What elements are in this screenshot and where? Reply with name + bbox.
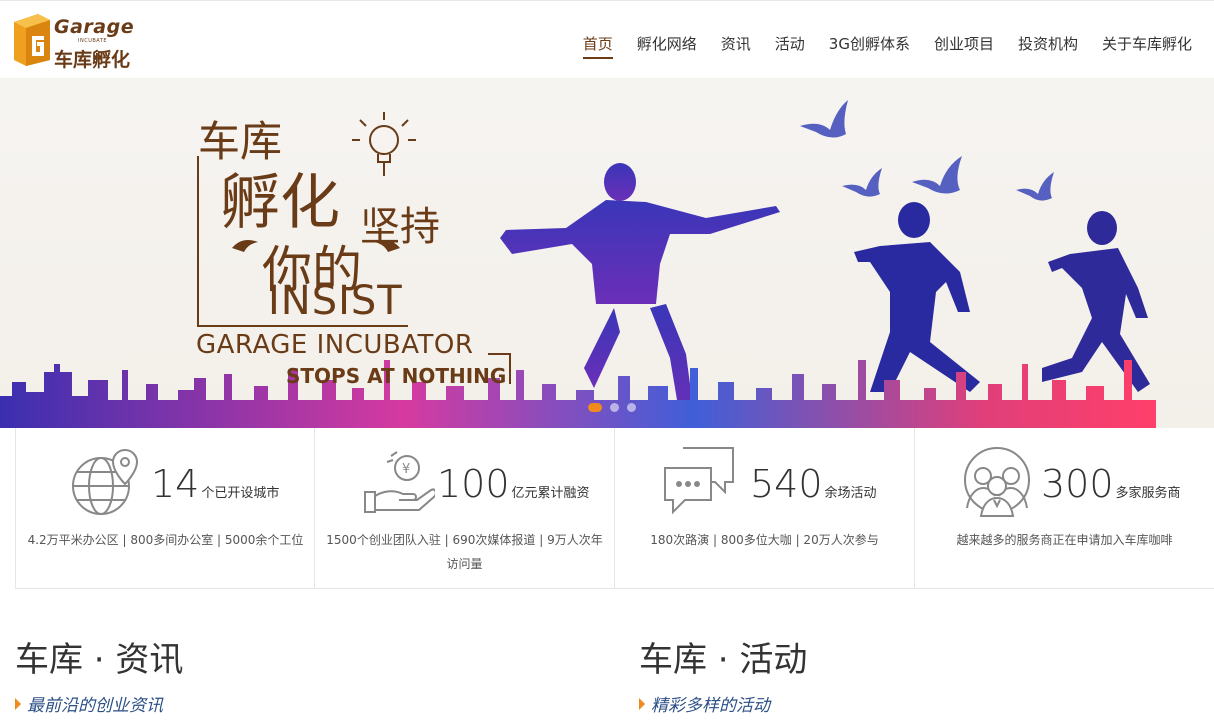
section-title: 车库 · 资讯 xyxy=(15,640,184,680)
logo-text-cn: 车库孵化 xyxy=(54,49,131,71)
carousel-dot[interactable] xyxy=(627,403,636,412)
carousel-dot[interactable] xyxy=(610,403,619,412)
banner-headline-3: 坚持 xyxy=(360,204,440,250)
banner-stops-at-nothing: STOPS AT NOTHING xyxy=(286,364,507,388)
logo[interactable]: Garage INCUBATE 车库孵化 xyxy=(14,14,144,71)
nav-item-network[interactable]: 孵化网络 xyxy=(625,33,709,54)
nav-item-events[interactable]: 活动 xyxy=(763,33,817,54)
header: Garage INCUBATE 车库孵化 首页 孵化网络 资讯 活动 3G创孵体… xyxy=(0,0,1214,79)
runner-figure xyxy=(1042,211,1150,392)
stat-service-providers: 300 多家服务商 越来越多的服务商正在申请加入车库咖啡 xyxy=(914,428,1214,588)
city-skyline xyxy=(0,360,1156,428)
chat-bubbles-icon xyxy=(664,447,734,515)
stat-description: 4.2万平米办公区 | 800多间办公室 | 5000余个工位 xyxy=(27,533,304,547)
stat-number: 540 余场活动 xyxy=(750,462,877,506)
runner-figure xyxy=(854,202,980,392)
section-subtitle-link[interactable]: 最前沿的创业资讯 xyxy=(15,691,183,716)
stat-number: 14 个已开设城市 xyxy=(151,462,280,506)
main-nav: 首页 孵化网络 资讯 活动 3G创孵体系 创业项目 投资机构 关于车库孵化 xyxy=(571,33,1204,59)
triangle-bullet-icon xyxy=(639,697,645,710)
stat-cities: 14 个已开设城市 4.2万平米办公区 | 800多间办公室 | 5000余个工位 xyxy=(15,428,315,588)
banner-headline-2: 孵化 xyxy=(220,168,340,238)
banner-garage-incubator: GARAGE INCUBATOR xyxy=(196,330,474,360)
carousel-dots xyxy=(588,403,636,412)
money-hand-icon: ¥ xyxy=(364,451,435,513)
banner-insist: INSIST xyxy=(268,278,403,324)
section-subtitle-text: 最前沿的创业资讯 xyxy=(27,696,163,716)
hero-banner[interactable]: 车库 孵化 坚持 你的 INSIST GARAGE INCUBATOR STOP… xyxy=(0,78,1214,428)
globe-location-icon xyxy=(72,448,139,515)
runner-figure xyxy=(500,163,780,418)
nav-item-3g-system[interactable]: 3G创孵体系 xyxy=(817,33,922,54)
people-group-icon xyxy=(964,447,1030,517)
events-section: 车库 · 活动 精彩多样的活动 xyxy=(639,632,807,716)
news-section: 车库 · 资讯 最前沿的创业资讯 xyxy=(15,632,183,716)
section-title: 车库 · 活动 xyxy=(639,640,808,680)
carousel-dot-active[interactable] xyxy=(588,403,602,412)
nav-item-projects[interactable]: 创业项目 xyxy=(922,33,1006,54)
section-subtitle-link[interactable]: 精彩多样的活动 xyxy=(639,691,807,716)
stat-financing: ¥ 100 亿元累计融资 1500个创业团队入驻 | 690次媒体报道 | 9万人… xyxy=(314,428,614,588)
logo-text-sub: INCUBATE xyxy=(78,38,108,44)
nav-item-about[interactable]: 关于车库孵化 xyxy=(1090,33,1204,54)
nav-item-investors[interactable]: 投资机构 xyxy=(1006,33,1090,54)
stat-description: 1500个创业团队入驻 | 690次媒体报道 | 9万人次年访问量 xyxy=(326,533,603,571)
stat-events: 540 余场活动 180次路演 | 800多位大咖 | 20万人次参与 xyxy=(614,428,914,588)
stats-row: 14 个已开设城市 4.2万平米办公区 | 800多间办公室 | 5000余个工位… xyxy=(15,428,1214,589)
lightbulb-icon xyxy=(352,112,416,176)
garage-g-logo-icon xyxy=(14,14,50,66)
nav-item-news[interactable]: 资讯 xyxy=(709,33,763,54)
stat-number: 300 多家服务商 xyxy=(1041,462,1181,506)
stat-description: 180次路演 | 800多位大咖 | 20万人次参与 xyxy=(650,533,879,547)
logo-text-en: Garage xyxy=(54,16,135,38)
stat-description: 越来越多的服务商正在申请加入车库咖啡 xyxy=(956,533,1173,547)
banner-illustration xyxy=(0,100,1156,428)
section-subtitle-text: 精彩多样的活动 xyxy=(651,696,770,716)
svg-text:¥: ¥ xyxy=(402,462,410,477)
stat-number: 100 亿元累计融资 xyxy=(437,462,590,506)
nav-item-home[interactable]: 首页 xyxy=(571,33,625,59)
triangle-bullet-icon xyxy=(15,697,21,710)
bird-icons xyxy=(800,100,1054,201)
